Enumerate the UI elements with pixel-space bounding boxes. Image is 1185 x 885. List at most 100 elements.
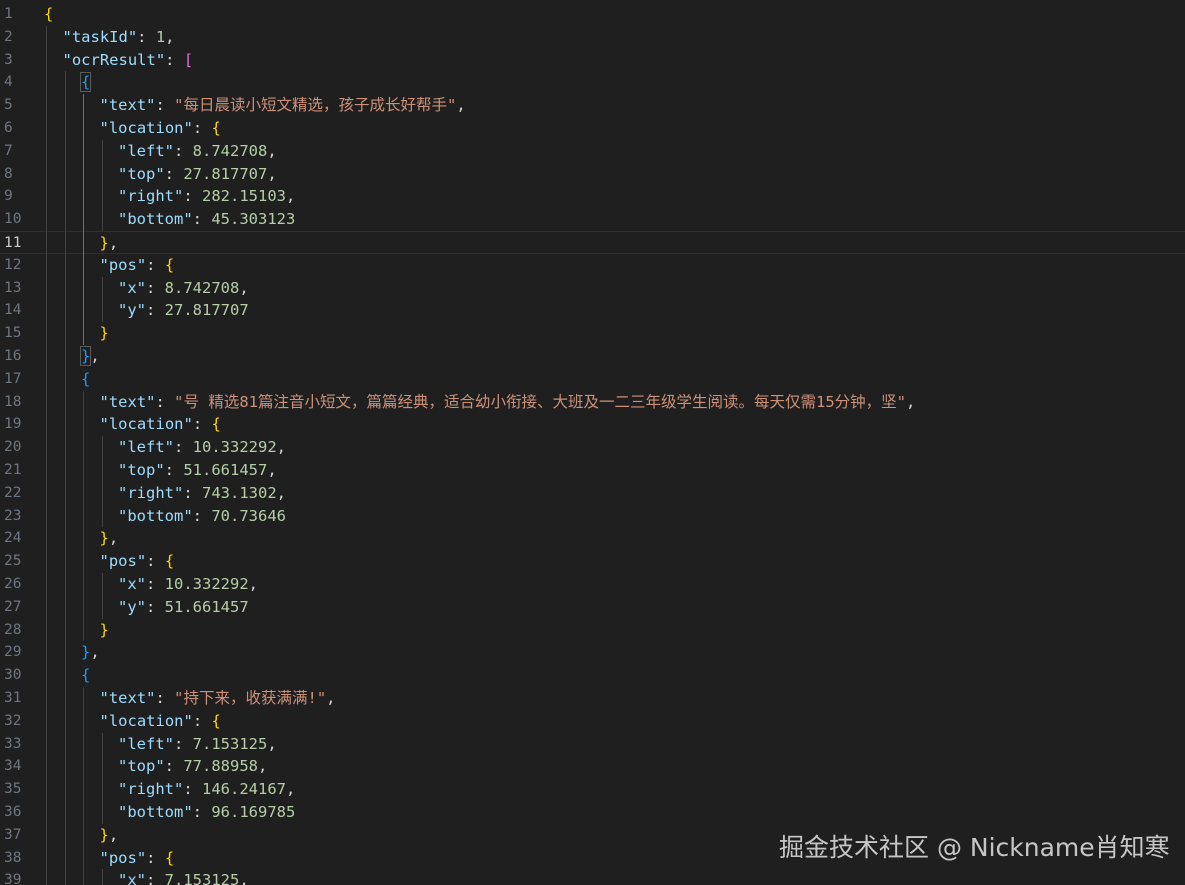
line-number: 9 (4, 188, 13, 205)
line-number: 26 (4, 576, 22, 592)
code-token: , (239, 871, 249, 885)
code-token: : (146, 301, 165, 320)
code-token: : (155, 96, 175, 115)
code-line[interactable]: 6 "location": { (0, 117, 1185, 140)
code-token: : (192, 711, 212, 730)
code-line[interactable]: 32 "location": { (0, 710, 1185, 733)
code-token: : (183, 483, 202, 502)
line-code: "left": 8.742708, (118, 140, 277, 163)
code-token: { (164, 848, 175, 867)
code-token: "每日晨读小短文精选，孩子成长好帮手" (174, 96, 457, 115)
code-token: : (192, 506, 212, 525)
code-line[interactable]: 30 { (0, 664, 1185, 687)
line-number: 25 (4, 553, 22, 570)
line-number: 6 (4, 120, 13, 136)
indent-guide (101, 139, 103, 231)
code-token: "text" (99, 96, 156, 115)
code-line[interactable]: 14 "y": 27.817707 (0, 299, 1185, 322)
code-token: 7.153125 (192, 734, 268, 753)
code-line[interactable]: 29}, (0, 641, 1185, 664)
code-line[interactable]: 33 "left": 7.153125, (0, 733, 1185, 756)
code-token: } (99, 620, 109, 639)
code-token: : (164, 164, 184, 183)
line-code: "bottom": 45.303123 (118, 208, 295, 231)
code-line[interactable]: 1{ (0, 3, 1185, 26)
indent-guide (83, 687, 84, 885)
line-code: "right": 282.15103, (118, 185, 295, 208)
indent-guide (101, 573, 103, 619)
code-line[interactable]: 18 "text": "号 精选81篇注音小短文，篇篇经典，适合幼小衔接、大班及一… (0, 391, 1185, 414)
code-line[interactable]: 17 { (0, 368, 1185, 391)
code-line[interactable]: 23 "bottom": 70.73646 (0, 505, 1185, 528)
code-line[interactable]: 9 "right": 282.15103, (0, 185, 1185, 208)
code-line[interactable]: 2 "taskId": 1, (0, 26, 1185, 49)
code-line[interactable]: 19 "location": { (0, 413, 1185, 436)
code-token: "right" (118, 780, 184, 799)
code-line[interactable]: 7 "left": 8.742708, (0, 140, 1185, 163)
code-token: 51.661457 (164, 597, 249, 616)
code-token: "top" (118, 461, 165, 479)
code-line[interactable]: 20 "left": 10.332292, (0, 436, 1185, 459)
code-line[interactable]: 22 "right": 743.1302, (0, 482, 1185, 505)
code-token: } (99, 529, 109, 548)
code-token: : (192, 415, 212, 434)
code-line[interactable]: 16}, (0, 345, 1185, 368)
code-line[interactable]: 5 "text": "每日晨读小短文精选，孩子成长好帮手", (0, 94, 1185, 117)
code-token: , (165, 27, 175, 46)
code-line[interactable]: 15} (0, 322, 1185, 345)
code-token: 77.88958 (183, 757, 258, 776)
code-line[interactable]: 8 "top": 27.817707, (0, 163, 1185, 186)
code-token: , (267, 734, 277, 753)
line-code: "location": { (100, 710, 221, 733)
line-code: "bottom": 70.73646 (118, 505, 286, 528)
code-line[interactable]: 35 "right": 146.24167, (0, 778, 1185, 801)
line-code: { (44, 3, 53, 26)
code-line[interactable]: 26 "x": 10.332292, (0, 573, 1185, 596)
code-token: [ (183, 50, 194, 69)
line-number: 16 (4, 348, 22, 364)
code-token: , (456, 96, 466, 115)
code-token: , (326, 689, 336, 707)
code-token: } (99, 324, 109, 343)
code-token: { (81, 666, 91, 685)
code-line[interactable]: 36 "bottom": 96.169785 (0, 801, 1185, 824)
code-token: "x" (118, 871, 146, 885)
code-line[interactable]: 11}, (0, 231, 1185, 254)
indent-guide (64, 71, 66, 885)
code-line[interactable]: 12 "pos": { (0, 254, 1185, 277)
code-token: "left" (118, 438, 174, 457)
code-line[interactable]: 3 "ocrResult": [ (0, 49, 1185, 72)
code-line[interactable]: 28} (0, 619, 1185, 642)
line-number: 13 (4, 279, 22, 296)
code-token: 10.332292 (164, 575, 249, 593)
code-editor[interactable]: 1{2 "taskId": 1, 3 "ocrResult": [4{5 "text":… (0, 0, 1185, 885)
code-token: "top" (118, 164, 165, 183)
code-line[interactable]: 25 "pos": { (0, 550, 1185, 573)
code-token: { (79, 72, 92, 93)
code-line[interactable]: 24}, (0, 527, 1185, 550)
code-line[interactable]: 10 "bottom": 45.303123 (0, 208, 1185, 231)
code-token: } (99, 234, 109, 252)
code-line[interactable]: 21 "top": 51.661457, (0, 459, 1185, 482)
code-line[interactable]: 39 "x": 7.153125, (0, 869, 1185, 885)
line-code: { (79, 71, 92, 94)
code-token: 8.742708 (164, 278, 240, 297)
code-line[interactable]: 4{ (0, 71, 1185, 94)
code-token: : (174, 141, 193, 160)
code-line[interactable]: 27 "y": 51.661457 (0, 596, 1185, 619)
line-number: 4 (4, 74, 13, 91)
code-token: : (137, 27, 156, 46)
line-code: "top": 51.661457, (118, 459, 277, 482)
line-code: "text": "号 精选81篇注音小短文，篇篇经典，适合幼小衔接、大班及一二三… (100, 391, 916, 414)
line-code: } (100, 322, 109, 345)
code-token: "pos" (99, 552, 147, 571)
code-token: , (906, 392, 916, 411)
code-line[interactable]: 13 "x": 8.742708, (0, 277, 1185, 300)
line-code: } (100, 619, 109, 642)
line-code: "x": 10.332292, (118, 573, 258, 596)
code-line[interactable]: 31 "text": "持下来，收获满满!", (0, 687, 1185, 710)
line-number: 10 (4, 211, 22, 228)
code-token: , (258, 757, 268, 776)
line-number: 32 (4, 712, 22, 729)
code-line[interactable]: 34 "top": 77.88958, (0, 755, 1185, 778)
